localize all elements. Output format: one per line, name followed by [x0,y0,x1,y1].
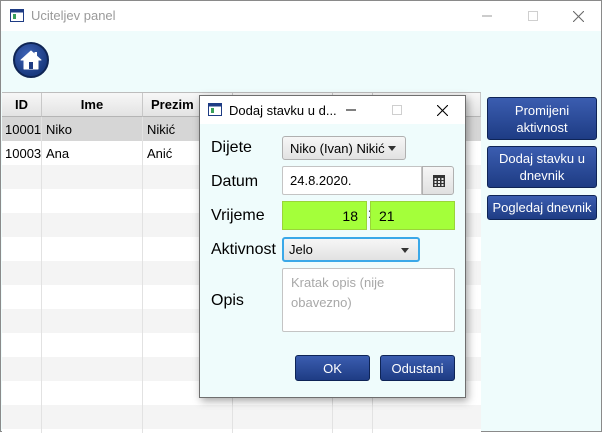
activity-label: Aktivnost [211,241,276,258]
change-activity-button[interactable]: Promijeni aktivnost [487,97,597,140]
home-icon [20,50,42,70]
minimize-icon [481,15,492,17]
description-textarea[interactable]: Kratak opis (nije obavezno) [282,268,455,332]
app-icon [10,9,24,22]
date-input[interactable]: 24.8.2020. [282,166,422,195]
dialog-minimize-button[interactable] [328,96,373,124]
time-label: Vrijeme [211,207,265,224]
activity-select[interactable]: Jelo [282,237,420,262]
ok-button[interactable]: OK [295,355,370,381]
close-icon [573,10,584,22]
main-titlebar[interactable]: Uciteljev panel [1,1,601,31]
dialog-titlebar[interactable]: Dodaj stavku u d... [200,96,465,124]
cell-ime: Niko [42,117,143,141]
close-icon [437,104,448,116]
calendar-icon [433,175,445,187]
cell-ime: Ana [42,141,143,165]
cell-id: 10003 [2,141,42,165]
window-title: Uciteljev panel [31,8,116,23]
maximize-button[interactable] [510,1,555,31]
column-divider [41,165,42,433]
app-icon [208,103,222,116]
minimize-icon [345,109,356,111]
date-picker-button[interactable] [422,166,454,195]
home-button[interactable] [13,42,49,78]
add-entry-dialog: Dodaj stavku u d... Dijete Niko (Ivan) N… [199,95,466,398]
hour-input[interactable]: 18 [282,201,367,230]
column-header-id[interactable]: ID [2,93,42,117]
child-label: Dijete [211,139,252,156]
column-header-ime[interactable]: Ime [42,93,143,117]
column-divider [142,165,143,433]
cell-id: 10001 [2,117,42,141]
maximize-icon [527,11,538,21]
minute-input[interactable]: 21 [370,201,455,230]
dialog-title: Dodaj stavku u d... [229,103,337,118]
chevron-down-icon [388,146,396,151]
close-button[interactable] [556,1,601,31]
minimize-button[interactable] [464,1,509,31]
view-journal-button[interactable]: Pogledaj dnevnik [487,195,597,220]
child-select[interactable]: Niko (Ivan) Nikić [282,136,406,160]
description-label: Opis [211,292,244,309]
dialog-close-button[interactable] [420,96,465,124]
maximize-icon [391,105,402,115]
chevron-down-icon [401,247,409,253]
dialog-maximize-button[interactable] [374,96,419,124]
activity-select-value: Jelo [289,242,313,257]
cancel-button[interactable]: Odustani [380,355,455,381]
add-entry-button[interactable]: Dodaj stavku u dnevnik [487,146,597,188]
child-select-value: Niko (Ivan) Nikić [290,140,385,156]
date-label: Datum [211,173,259,190]
